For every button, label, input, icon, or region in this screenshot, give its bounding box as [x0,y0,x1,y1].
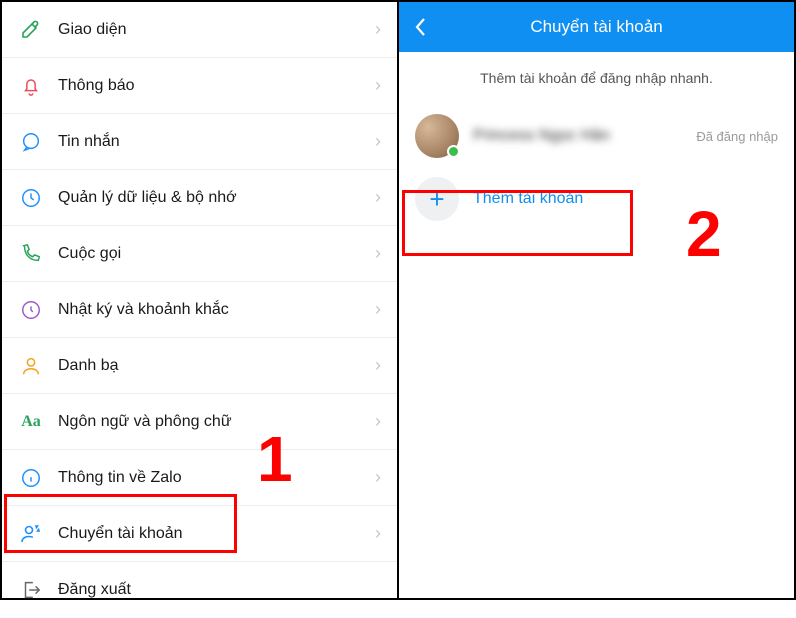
label: Quản lý dữ liệu & bộ nhớ [58,189,375,207]
chevron-right-icon: › [375,523,381,544]
clock-icon [18,185,44,211]
account-row[interactable]: Princess Ngọc Hân Đã đăng nhập [399,104,794,168]
settings-item-notifications[interactable]: Thông báo › [2,58,397,114]
add-account-label: Thêm tài khoản [473,190,583,208]
clock-moment-icon [18,297,44,323]
chevron-right-icon: › [375,131,381,152]
chevron-right-icon: › [375,411,381,432]
chevron-right-icon: › [375,75,381,96]
label: Nhật ký và khoảnh khắc [58,301,375,319]
chevron-right-icon: › [375,19,381,40]
label: Đăng xuất [58,581,381,599]
plus-icon: + [415,177,459,221]
label: Thông tin về Zalo [58,469,375,487]
label: Cuộc gọi [58,245,375,263]
phone-icon [18,241,44,267]
switch-user-icon [18,521,44,547]
label: Danh bạ [58,357,375,375]
settings-item-switch-account[interactable]: Chuyển tài khoản › [2,506,397,562]
back-button[interactable] [399,2,443,52]
account-name: Princess Ngọc Hân [473,127,696,145]
header-title: Chuyển tài khoản [399,17,794,37]
chevron-right-icon: › [375,467,381,488]
label: Ngôn ngữ và phông chữ [58,413,375,431]
settings-item-calls[interactable]: Cuộc gọi › [2,226,397,282]
logout-icon [18,577,44,603]
label: Thông báo [58,77,375,95]
settings-item-contacts[interactable]: Danh bạ › [2,338,397,394]
settings-item-language[interactable]: Aa Ngôn ngữ và phông chữ › [2,394,397,450]
header-bar: Chuyển tài khoản [399,2,794,52]
chevron-right-icon: › [375,243,381,264]
chevron-right-icon: › [375,187,381,208]
avatar [415,114,459,158]
chevron-right-icon: › [375,355,381,376]
bell-icon [18,73,44,99]
settings-item-messages[interactable]: Tin nhắn › [2,114,397,170]
label: Chuyển tài khoản [58,525,375,543]
switch-account-panel: Chuyển tài khoản Thêm tài khoản để đăng … [399,2,794,598]
person-icon [18,353,44,379]
settings-list: Giao diện › Thông báo › Tin nhắn › [2,2,397,618]
annotation-step-2: 2 [686,197,722,271]
settings-panel: Giao diện › Thông báo › Tin nhắn › [2,2,399,598]
message-icon [18,129,44,155]
settings-item-logout[interactable]: Đăng xuất [2,562,397,618]
add-account-button[interactable]: + Thêm tài khoản [399,168,794,230]
info-icon [18,465,44,491]
brush-icon [18,17,44,43]
label: Tin nhắn [58,133,375,151]
label: Giao diện [58,21,375,39]
hint-text: Thêm tài khoản để đăng nhập nhanh. [399,52,794,104]
settings-item-about[interactable]: Thông tin về Zalo › [2,450,397,506]
settings-item-storage[interactable]: Quản lý dữ liệu & bộ nhớ › [2,170,397,226]
settings-item-timeline[interactable]: Nhật ký và khoảnh khắc › [2,282,397,338]
settings-item-interface[interactable]: Giao diện › [2,2,397,58]
font-icon: Aa [18,409,44,435]
chevron-right-icon: › [375,299,381,320]
online-badge-icon [447,145,460,158]
account-status: Đã đăng nhập [696,129,778,144]
annotation-step-1: 1 [257,422,293,496]
